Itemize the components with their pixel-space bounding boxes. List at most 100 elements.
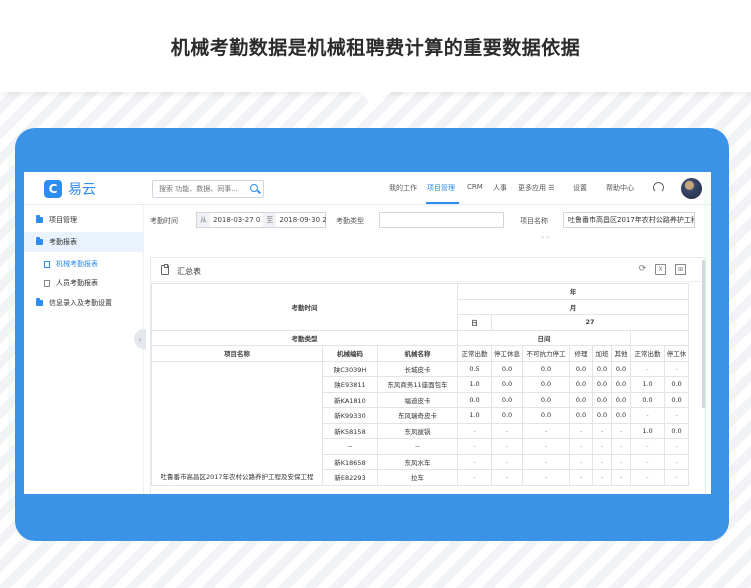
day-header: 日 <box>457 314 492 331</box>
value-cell: - <box>664 360 689 377</box>
machine-code-cell: 新KA1810 <box>322 391 378 408</box>
machine-code-cell: 陕E93811 <box>322 376 378 393</box>
sidebar-item-label: 项目管理 <box>49 216 77 224</box>
nav-more-apps[interactable]: 更多应用 ☰ <box>518 183 555 193</box>
machine-name-cell: 福迪皮卡 <box>377 391 458 408</box>
value-cell: 1.0 <box>457 407 492 424</box>
machine-name-cell: 东风拔锅 <box>377 422 458 439</box>
status-column: 正常出勤 <box>630 345 665 362</box>
value-cell: 1.0 <box>457 376 492 393</box>
attendance-time-header: 考勤时间 <box>151 283 458 331</box>
month-header: 月 <box>457 298 689 315</box>
value-cell: - <box>611 422 631 439</box>
panel-title: 汇总表 <box>177 267 201 276</box>
value-cell: 0.0 <box>491 391 523 408</box>
machine-name-cell: 东风瑞奇皮卡 <box>377 407 458 424</box>
value-cell: 0.0 <box>611 376 631 393</box>
value-cell: 0.5 <box>457 360 492 377</box>
nav-settings[interactable]: 设置 <box>573 183 587 193</box>
value-cell: - <box>522 438 570 455</box>
value-cell: 0.0 <box>457 391 492 408</box>
table-row[interactable]: 吐鲁番市高昌区2017年农村公路养护工程及安保工程 陕C3039H 长城皮卡 0.5 0… <box>151 360 689 486</box>
value-cell: 1.0 <box>630 422 665 439</box>
headset-icon[interactable] <box>653 182 664 193</box>
report-icon <box>44 260 50 268</box>
value-cell: 0.0 <box>611 391 631 408</box>
attendance-time-label: 考勤时间 <box>150 217 178 225</box>
value-cell: 0.0 <box>592 407 612 424</box>
machine-code-cell: 新E82293 <box>322 469 378 486</box>
expand-filters-icon[interactable]: ⌄⌄ <box>540 233 550 240</box>
value-cell: 0.0 <box>522 407 570 424</box>
machine-name-cell: 拉车 <box>377 469 458 486</box>
summary-panel: 汇总表 ⟳ X ⊞ 考勤时间 年 月 日 27 考勤类型 日间 项目名称 机械编… <box>150 257 706 494</box>
value-cell: 0.0 <box>611 360 631 377</box>
value-cell: - <box>491 438 523 455</box>
value-cell: 0.0 <box>491 376 523 393</box>
banner-title: 机械考勤数据是机械租聘费计算的重要数据依据 <box>170 36 581 59</box>
value-cell: - <box>611 438 631 455</box>
from-label: 从 <box>197 213 210 227</box>
nav-crm[interactable]: CRM <box>467 183 483 191</box>
value-cell: 0.0 <box>592 391 612 408</box>
machine-code-cell: -- <box>322 438 378 455</box>
fullscreen-icon[interactable]: ⊞ <box>675 264 686 275</box>
value-cell: - <box>457 469 492 486</box>
machine-code-cell: 新K99330 <box>322 407 378 424</box>
value-cell: 0.0 <box>522 376 570 393</box>
sidebar-item-project-management[interactable]: 项目管理 <box>24 210 144 230</box>
date-range-picker[interactable]: 从 2018-03-27 0 至 2018-09-30 2 <box>196 212 329 228</box>
export-excel-icon[interactable]: X <box>655 264 666 275</box>
sidebar-item-staff-attendance[interactable]: 人员考勤报表 <box>24 273 144 293</box>
value-cell: - <box>664 453 689 470</box>
vertical-scrollbar[interactable] <box>702 260 705 408</box>
value-cell: 0.0 <box>664 422 689 439</box>
attendance-type-select[interactable] <box>379 212 504 228</box>
project-name-select[interactable]: 吐鲁番市高昌区2017年农村公路养护工程J <box>563 212 695 228</box>
value-cell: - <box>630 469 665 486</box>
status-column: 不可抗力停工 <box>522 345 570 362</box>
value-cell: - <box>592 422 612 439</box>
nav-help-center[interactable]: 帮助中心 <box>606 183 634 193</box>
year-header: 年 <box>457 283 689 300</box>
value-cell: - <box>491 422 523 439</box>
nav-hr[interactable]: 人事 <box>493 183 507 193</box>
status-column: 加班 <box>592 345 612 362</box>
search-input[interactable] <box>159 185 249 193</box>
value-cell: - <box>630 407 665 424</box>
folder-icon <box>36 215 43 223</box>
nav-my-work[interactable]: 我的工作 <box>389 183 417 193</box>
app-logo[interactable]: C 易云 <box>44 179 96 199</box>
value-cell: 0.0 <box>630 391 665 408</box>
search-icon[interactable] <box>250 184 258 192</box>
avatar[interactable] <box>681 178 702 199</box>
value-cell: - <box>611 453 631 470</box>
banner-notch <box>358 91 392 107</box>
machine-code-cell: 新K58158 <box>322 422 378 439</box>
value-cell: - <box>592 453 612 470</box>
value-cell: 0.0 <box>569 407 593 424</box>
machine-name-column: 机械名称 <box>377 345 458 362</box>
sidebar-item-info-entry-settings[interactable]: 信息录入及考勤设置 <box>24 293 144 313</box>
clipboard-icon <box>161 264 169 275</box>
from-date-input[interactable]: 2018-03-27 0 <box>210 216 263 224</box>
value-cell: 0.0 <box>664 376 689 393</box>
refresh-icon[interactable]: ⟳ <box>637 264 648 275</box>
value-cell: - <box>630 453 665 470</box>
sidebar-item-machine-attendance[interactable]: 机械考勤报表 <box>24 254 144 274</box>
sidebar-item-attendance-reports[interactable]: 考勤报表 <box>24 232 144 252</box>
to-date-input[interactable]: 2018-09-30 2 <box>276 216 329 224</box>
value-cell: 0.0 <box>491 407 523 424</box>
value-cell: 0.0 <box>611 407 631 424</box>
status-column: 修理 <box>569 345 593 362</box>
sidebar-item-label: 人员考勤报表 <box>56 279 98 287</box>
value-cell: 0.0 <box>592 360 612 377</box>
sidebar-item-label: 考勤报表 <box>49 238 77 246</box>
machine-name-cell: 东风水车 <box>377 453 458 470</box>
sidebar: 项目管理 考勤报表 机械考勤报表 人员考勤报表 信息录入及考勤设置 <box>24 206 144 494</box>
top-navigation: C 易云 我的工作 项目管理 CRM 人事 更多应用 ☰ 设置 帮助中心 <box>24 172 711 205</box>
value-cell: 0.0 <box>569 391 593 408</box>
search-box[interactable] <box>152 180 264 198</box>
machine-name-cell: 东风商务11座面包车 <box>377 376 458 393</box>
nav-project-management[interactable]: 项目管理 <box>427 183 455 193</box>
